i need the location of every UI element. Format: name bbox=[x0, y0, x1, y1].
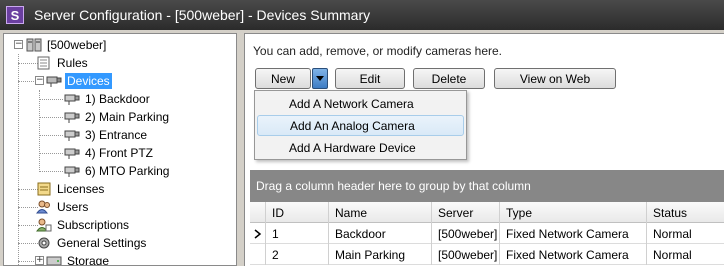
devices-collapse-icon[interactable]: − bbox=[35, 76, 44, 85]
storage-icon bbox=[46, 254, 62, 265]
view-on-web-button[interactable]: View on Web bbox=[494, 68, 616, 89]
camera-icon bbox=[64, 92, 80, 106]
server-icon bbox=[26, 38, 42, 52]
row-indicator-cell bbox=[250, 244, 266, 265]
subscriptions-icon bbox=[36, 218, 52, 232]
column-header-server[interactable]: Server bbox=[432, 202, 500, 223]
cell-type: Fixed Network Camera bbox=[500, 223, 647, 244]
tree-item-camera[interactable]: 1) Backdoor bbox=[64, 90, 152, 108]
menu-item-add-hardware-device[interactable]: Add A Hardware Device bbox=[257, 137, 464, 158]
edit-button[interactable]: Edit bbox=[335, 68, 405, 89]
tree-item-label: [500weber] bbox=[47, 38, 107, 52]
tree-item-camera[interactable]: 4) Front PTZ bbox=[64, 144, 155, 162]
cell-id: 2 bbox=[266, 244, 329, 265]
licenses-icon bbox=[36, 182, 52, 196]
column-header-status[interactable]: Status bbox=[647, 202, 724, 223]
tree-item-camera[interactable]: 6) MTO Parking bbox=[64, 162, 171, 180]
tree-item-label: 3) Entrance bbox=[85, 128, 148, 142]
cell-status: Normal bbox=[653, 226, 692, 241]
navigation-tree[interactable]: − [500weber] Rules − Devices 1) Backdoor… bbox=[3, 33, 237, 266]
tree-item-label: General Settings bbox=[57, 236, 147, 250]
tree-item-storage[interactable]: Storage bbox=[46, 252, 111, 266]
delete-button[interactable]: Delete bbox=[413, 68, 485, 89]
cell-status: Normal bbox=[653, 247, 692, 262]
tree-item-rules[interactable]: Rules bbox=[36, 54, 90, 72]
tree-item-general-settings[interactable]: General Settings bbox=[36, 234, 148, 252]
new-dropdown-button[interactable] bbox=[312, 68, 328, 89]
tree-item-label: Users bbox=[57, 200, 89, 214]
app-logo-icon: S bbox=[6, 6, 24, 24]
tree-item-devices[interactable]: Devices bbox=[46, 72, 112, 90]
camera-icon bbox=[64, 164, 80, 178]
window-title: Server Configuration - [500weber] - Devi… bbox=[34, 7, 371, 23]
tree-item-camera[interactable]: 3) Entrance bbox=[64, 126, 149, 144]
settings-icon bbox=[36, 236, 52, 250]
cell-server: [500weber] bbox=[432, 223, 500, 244]
camera-icon bbox=[64, 128, 80, 142]
cell-name: Main Parking bbox=[329, 244, 432, 265]
camera-icon bbox=[64, 110, 80, 124]
tree-item-label: Storage bbox=[67, 254, 110, 266]
cell-server: [500weber] bbox=[432, 244, 500, 265]
tree-item-users[interactable]: Users bbox=[36, 198, 90, 216]
title-bar: S Server Configuration - [500weber] - De… bbox=[0, 0, 724, 30]
tree-item-camera[interactable]: 2) Main Parking bbox=[64, 108, 171, 126]
devices-icon bbox=[46, 74, 62, 88]
group-by-panel[interactable]: Drag a column header here to group by th… bbox=[250, 170, 724, 202]
column-header-id[interactable]: ID bbox=[266, 202, 329, 223]
root-collapse-icon[interactable]: − bbox=[14, 40, 23, 49]
column-header-type[interactable]: Type bbox=[500, 202, 647, 223]
tree-item-label: 6) MTO Parking bbox=[85, 164, 170, 178]
tree-item-label: 1) Backdoor bbox=[85, 92, 150, 106]
new-device-menu: Add A Network Camera Add An Analog Camer… bbox=[254, 90, 467, 160]
grid-header: ID Name Server Type Status bbox=[250, 202, 724, 223]
ptz-camera-icon bbox=[64, 146, 80, 160]
table-row[interactable]: 2 Main Parking [500weber] Fixed Network … bbox=[250, 244, 724, 265]
menu-item-add-network-camera[interactable]: Add A Network Camera bbox=[257, 93, 464, 114]
tree-item-label: Subscriptions bbox=[57, 218, 130, 232]
tree-item-root[interactable]: [500weber] bbox=[26, 36, 108, 54]
tree-item-label: Licenses bbox=[57, 182, 105, 196]
table-row[interactable]: 1 Backdoor [500weber] Fixed Network Came… bbox=[250, 223, 724, 244]
header-indicator-cell bbox=[250, 202, 266, 223]
users-icon bbox=[36, 200, 52, 214]
storage-expand-icon[interactable]: + bbox=[35, 256, 44, 265]
cell-id: 1 bbox=[266, 223, 329, 244]
cell-name: Backdoor bbox=[329, 223, 432, 244]
column-header-name[interactable]: Name bbox=[329, 202, 432, 223]
cell-type: Fixed Network Camera bbox=[500, 244, 647, 265]
tree-item-label: 4) Front PTZ bbox=[85, 146, 154, 160]
row-pointer-icon bbox=[250, 223, 266, 244]
chevron-down-icon bbox=[316, 76, 324, 81]
tree-item-label: Devices bbox=[65, 73, 112, 89]
tree-item-label: 2) Main Parking bbox=[85, 110, 170, 124]
panel-description: You can add, remove, or modify cameras h… bbox=[253, 44, 503, 58]
tree-item-label: Rules bbox=[57, 56, 88, 70]
menu-item-add-analog-camera[interactable]: Add An Analog Camera bbox=[257, 115, 464, 136]
tree-item-licenses[interactable]: Licenses bbox=[36, 180, 106, 198]
new-button[interactable]: New bbox=[255, 68, 311, 89]
rules-icon bbox=[36, 56, 52, 70]
tree-item-subscriptions[interactable]: Subscriptions bbox=[36, 216, 131, 234]
